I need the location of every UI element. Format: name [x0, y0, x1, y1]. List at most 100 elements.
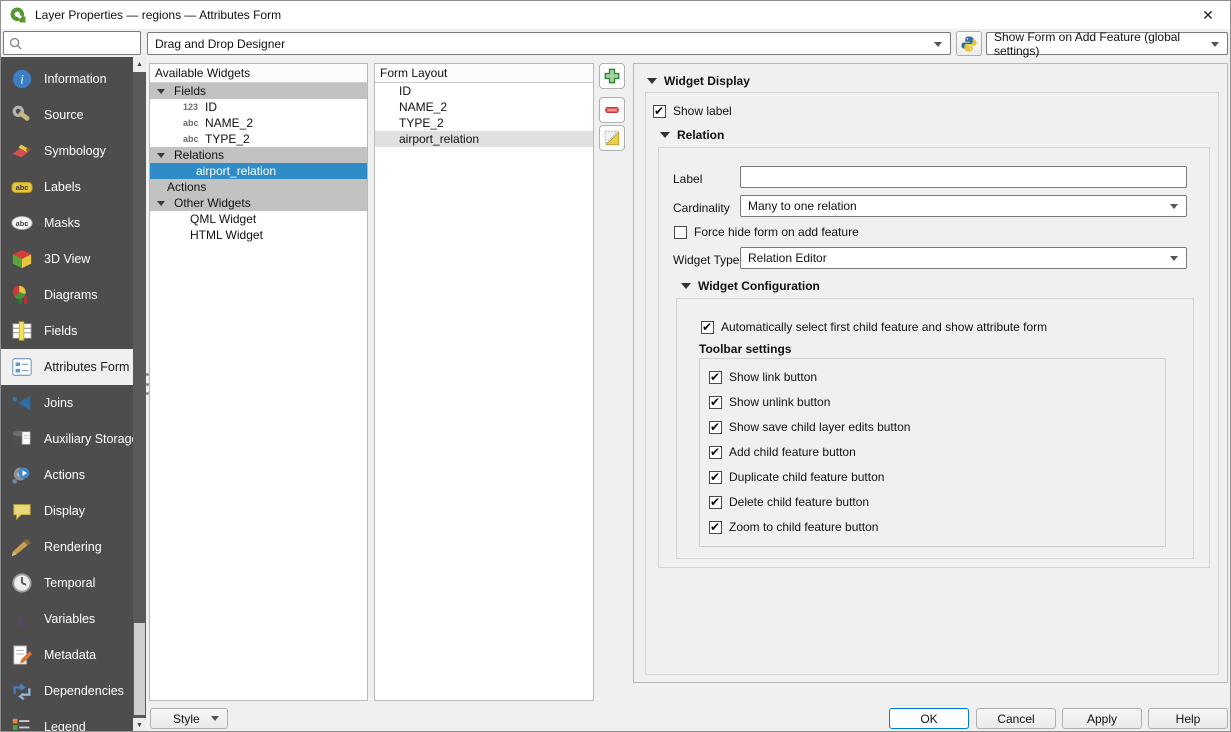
form-layout-item-type-2[interactable]: TYPE_2 [375, 115, 593, 131]
checkbox-checked-icon[interactable] [709, 496, 722, 509]
sidebar-item-source[interactable]: Source [1, 97, 133, 133]
editor-layout-value: Drag and Drop Designer [155, 37, 285, 51]
sidebar-item-variables[interactable]: ε Variables [1, 601, 133, 637]
tree-group-other-widgets[interactable]: Other Widgets [150, 195, 367, 211]
sidebar-item-fields[interactable]: Fields [1, 313, 133, 349]
checkbox-checked-icon[interactable] [709, 421, 722, 434]
tree-item-airport-relation[interactable]: airport_relation [150, 163, 367, 179]
sidebar-item-legend[interactable]: Legend [1, 709, 133, 732]
abc-mask-icon: abc [9, 211, 35, 235]
duplicate-child-feature-checkbox[interactable]: Duplicate child feature button [709, 470, 884, 484]
widget-configuration-section-header[interactable]: Widget Configuration [681, 279, 820, 293]
tree-item-id[interactable]: 123 ID [150, 99, 367, 115]
widget-display-section-header[interactable]: Widget Display [647, 74, 750, 88]
checkbox-checked-icon[interactable] [709, 446, 722, 459]
chevron-down-icon[interactable] [157, 89, 165, 94]
sidebar-item-labels[interactable]: abc Labels [1, 169, 133, 205]
sidebar-scrollbar[interactable]: ▲ ▼ [133, 57, 146, 732]
table-icon [9, 319, 35, 343]
toolbar-settings-label: Toolbar settings [699, 342, 791, 356]
clock-icon [9, 571, 35, 595]
wrench-icon [9, 103, 35, 127]
join-icon [9, 391, 35, 415]
tree-item-qml-widget[interactable]: QML Widget [150, 211, 367, 227]
sidebar-item-dependencies[interactable]: Dependencies [1, 673, 133, 709]
database-icon [9, 427, 35, 451]
text-field-icon: abc [183, 118, 205, 128]
sidebar-item-temporal[interactable]: Temporal [1, 565, 133, 601]
sidebar-item-symbology[interactable]: Symbology [1, 133, 133, 169]
form-layout-item-airport-relation[interactable]: airport_relation [375, 131, 593, 147]
show-link-button-checkbox[interactable]: Show link button [709, 370, 817, 384]
remove-widget-button[interactable] [599, 97, 625, 123]
sidebar-item-attributes-form[interactable]: Attributes Form [1, 349, 133, 385]
checkbox-checked-icon[interactable] [709, 521, 722, 534]
sidebar-item-information[interactable]: i Information [1, 61, 133, 97]
zoom-to-child-feature-checkbox[interactable]: Zoom to child feature button [709, 520, 878, 534]
chevron-down-icon[interactable] [157, 201, 165, 206]
show-label-checkbox[interactable]: Show label [653, 104, 732, 118]
scroll-down-icon[interactable]: ▼ [133, 718, 146, 732]
chevron-down-icon[interactable] [157, 153, 165, 158]
layer-properties-dialog: Layer Properties — regions — Attributes … [0, 0, 1231, 732]
help-button[interactable]: Help [1148, 708, 1228, 729]
auto-select-first-child-checkbox[interactable]: Automatically select first child feature… [701, 320, 1047, 334]
scrollbar-thumb[interactable] [134, 623, 145, 715]
force-hide-form-checkbox[interactable]: Force hide form on add feature [674, 225, 859, 239]
chevron-down-icon [647, 78, 657, 84]
editor-layout-dropdown[interactable]: Drag and Drop Designer [147, 32, 951, 55]
checkbox-checked-icon[interactable] [709, 471, 722, 484]
tree-item-html-widget[interactable]: HTML Widget [150, 227, 367, 243]
sidebar-item-auxiliary-storage[interactable]: Auxiliary Storage [1, 421, 133, 457]
scroll-up-icon[interactable]: ▲ [133, 57, 146, 72]
legend-list-icon [9, 715, 35, 732]
apply-button[interactable]: Apply [1062, 708, 1142, 729]
tree-item-type-2[interactable]: abc TYPE_2 [150, 131, 367, 147]
widget-display-frame: Show label Relation Label Cardinality Ma… [645, 92, 1219, 675]
tree-group-fields[interactable]: Fields [150, 83, 367, 99]
widget-type-dropdown[interactable]: Relation Editor [740, 247, 1187, 269]
checkbox-checked-icon[interactable] [701, 321, 714, 334]
sidebar-item-actions[interactable]: Actions [1, 457, 133, 493]
add-widget-button[interactable] [599, 63, 625, 89]
add-child-feature-checkbox[interactable]: Add child feature button [709, 445, 856, 459]
delete-child-feature-checkbox[interactable]: Delete child feature button [709, 495, 869, 509]
search-input[interactable] [3, 31, 141, 55]
edit-widget-button[interactable] [599, 125, 625, 151]
show-unlink-button-checkbox[interactable]: Show unlink button [709, 395, 830, 409]
python-icon [960, 35, 978, 53]
cancel-button[interactable]: Cancel [976, 708, 1056, 729]
chevron-down-icon [660, 132, 670, 138]
checkbox-checked-icon[interactable] [653, 105, 666, 118]
sidebar-item-3d-view[interactable]: 3D View [1, 241, 133, 277]
style-menu-button[interactable]: Style [150, 708, 228, 729]
ok-button[interactable]: OK [889, 708, 969, 729]
show-save-child-edits-checkbox[interactable]: Show save child layer edits button [709, 420, 910, 434]
form-layout-item-name-2[interactable]: NAME_2 [375, 99, 593, 115]
close-icon[interactable]: ✕ [1194, 4, 1222, 26]
svg-text:ε: ε [18, 609, 26, 629]
tree-item-name-2[interactable]: abc NAME_2 [150, 115, 367, 131]
form-icon [9, 355, 35, 379]
chevron-down-icon [211, 716, 219, 721]
label-input[interactable] [740, 166, 1187, 188]
sidebar-item-display[interactable]: Display [1, 493, 133, 529]
checkbox-checked-icon[interactable] [709, 371, 722, 384]
form-layout-item-id[interactable]: ID [375, 83, 593, 99]
show-form-value: Show Form on Add Feature (global setting… [994, 30, 1205, 58]
relation-section-header[interactable]: Relation [660, 128, 724, 142]
widget-type-label: Widget Type [673, 253, 739, 267]
tree-group-actions[interactable]: Actions [150, 179, 367, 195]
sidebar-item-metadata[interactable]: Metadata [1, 637, 133, 673]
cardinality-dropdown[interactable]: Many to one relation [740, 195, 1187, 217]
show-form-on-add-feature-dropdown[interactable]: Show Form on Add Feature (global setting… [986, 32, 1228, 55]
checkbox-checked-icon[interactable] [709, 396, 722, 409]
minus-icon [603, 101, 621, 119]
sidebar-item-joins[interactable]: Joins [1, 385, 133, 421]
checkbox-unchecked-icon[interactable] [674, 226, 687, 239]
sidebar-item-diagrams[interactable]: Diagrams [1, 277, 133, 313]
sidebar-item-masks[interactable]: abc Masks [1, 205, 133, 241]
python-init-button[interactable] [956, 31, 982, 56]
tree-group-relations[interactable]: Relations [150, 147, 367, 163]
sidebar-item-rendering[interactable]: Rendering [1, 529, 133, 565]
